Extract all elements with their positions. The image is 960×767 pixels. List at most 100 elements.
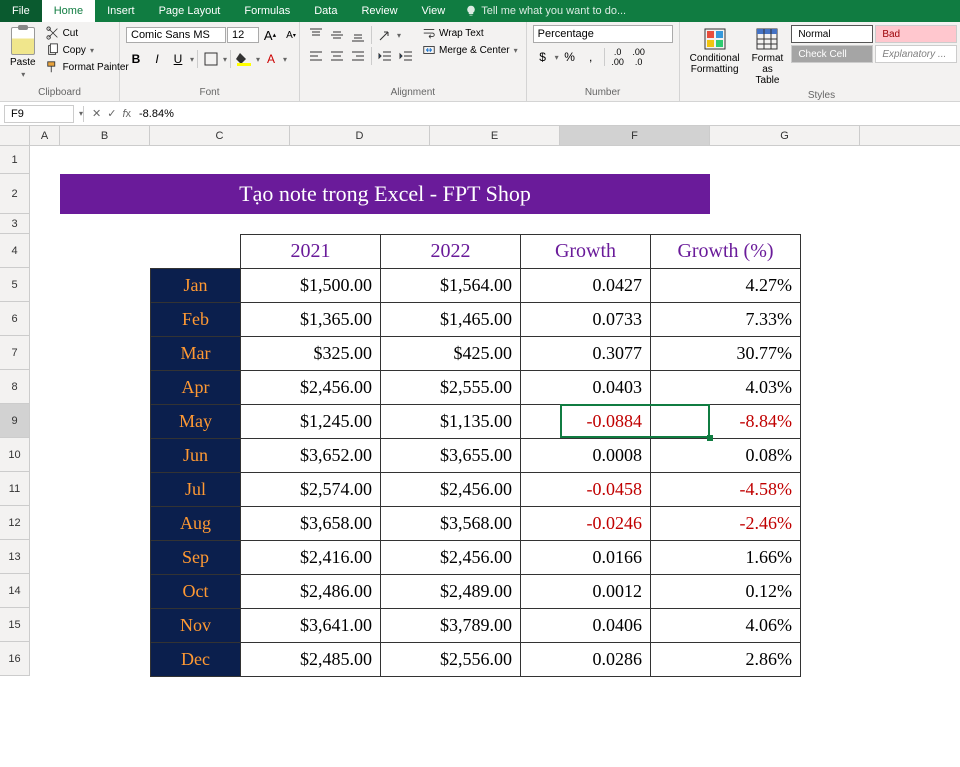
cell-growth-pct[interactable]: -2.46%	[651, 507, 801, 541]
col-header-F[interactable]: F	[560, 126, 710, 145]
cell-month[interactable]: Jul	[151, 473, 241, 507]
cell-growth-pct[interactable]: -4.58%	[651, 473, 801, 507]
header-growth[interactable]: Growth	[521, 235, 651, 269]
number-format-select[interactable]	[533, 25, 673, 43]
cell-month[interactable]: Apr	[151, 371, 241, 405]
align-top-button[interactable]	[306, 25, 326, 45]
cell-growth[interactable]: 0.0286	[521, 643, 651, 677]
spreadsheet-grid[interactable]: A B C D E F G 1 2 3 4 5 6 7 8 9 10 11 12…	[0, 126, 960, 676]
row-header-2[interactable]: 2	[0, 174, 30, 214]
cell-growth-pct[interactable]: 2.86%	[651, 643, 801, 677]
font-name-select[interactable]	[126, 27, 226, 43]
cell-growth[interactable]: 0.0733	[521, 303, 651, 337]
row-header-7[interactable]: 7	[0, 336, 30, 370]
tab-insert[interactable]: Insert	[95, 0, 147, 22]
select-all-triangle[interactable]	[0, 126, 30, 145]
col-header-B[interactable]: B	[60, 126, 150, 145]
orientation-button[interactable]	[375, 25, 395, 45]
align-bottom-button[interactable]	[348, 25, 368, 45]
col-header-E[interactable]: E	[430, 126, 560, 145]
underline-button[interactable]: U	[168, 49, 188, 69]
comma-format-button[interactable]: ,	[581, 47, 601, 67]
row-header-3[interactable]: 3	[0, 214, 30, 234]
cell-style-explanatory[interactable]: Explanatory ...	[875, 45, 957, 63]
increase-decimal-button[interactable]: .0.00	[608, 47, 628, 67]
cell-style-normal[interactable]: Normal	[791, 25, 873, 43]
cell-growth[interactable]: 0.0403	[521, 371, 651, 405]
cell-2021[interactable]: $3,652.00	[241, 439, 381, 473]
format-as-table-button[interactable]: Format as Table	[748, 25, 788, 88]
cell-2021[interactable]: $2,485.00	[241, 643, 381, 677]
cell-month[interactable]: Jan	[151, 269, 241, 303]
cell-month[interactable]: Feb	[151, 303, 241, 337]
file-tab[interactable]: File	[0, 0, 42, 22]
col-header-C[interactable]: C	[150, 126, 290, 145]
col-header-A[interactable]: A	[30, 126, 60, 145]
cell-month[interactable]: Oct	[151, 575, 241, 609]
tab-view[interactable]: View	[410, 0, 458, 22]
header-2022[interactable]: 2022	[381, 235, 521, 269]
cell-growth-pct[interactable]: 30.77%	[651, 337, 801, 371]
format-painter-button[interactable]: Format Painter	[44, 59, 131, 75]
accounting-format-button[interactable]: $	[533, 47, 553, 67]
cell-2021[interactable]: $2,486.00	[241, 575, 381, 609]
cell-growth-pct[interactable]: 1.66%	[651, 541, 801, 575]
border-button[interactable]	[201, 49, 221, 69]
header-2021[interactable]: 2021	[241, 235, 381, 269]
percent-format-button[interactable]: %	[560, 47, 580, 67]
cell-2022[interactable]: $1,564.00	[381, 269, 521, 303]
row-header-5[interactable]: 5	[0, 268, 30, 302]
decrease-font-button[interactable]: A▾	[281, 25, 301, 45]
cell-2022[interactable]: $2,555.00	[381, 371, 521, 405]
fill-handle[interactable]	[707, 435, 713, 441]
cell-2022[interactable]: $425.00	[381, 337, 521, 371]
cell-growth-pct[interactable]: 4.27%	[651, 269, 801, 303]
cell-month[interactable]: Mar	[151, 337, 241, 371]
row-header-11[interactable]: 11	[0, 472, 30, 506]
decrease-indent-button[interactable]	[375, 46, 395, 66]
row-header-14[interactable]: 14	[0, 574, 30, 608]
cell-growth-pct[interactable]: 4.03%	[651, 371, 801, 405]
tab-data[interactable]: Data	[302, 0, 349, 22]
accept-formula-icon[interactable]: ✓	[107, 107, 116, 120]
cut-button[interactable]: Cut	[44, 25, 131, 41]
cell-2021[interactable]: $325.00	[241, 337, 381, 371]
tell-me-search[interactable]: Tell me what you want to do...	[457, 5, 634, 17]
cell-style-check[interactable]: Check Cell	[791, 45, 873, 63]
cell-growth-pct[interactable]: 0.08%	[651, 439, 801, 473]
cell-2021[interactable]: $1,365.00	[241, 303, 381, 337]
cell-growth[interactable]: -0.0884	[521, 405, 651, 439]
cell-growth-pct[interactable]: -8.84%	[651, 405, 801, 439]
italic-button[interactable]: I	[147, 49, 167, 69]
cell-2022[interactable]: $1,135.00	[381, 405, 521, 439]
row-header-10[interactable]: 10	[0, 438, 30, 472]
cell-month[interactable]: Sep	[151, 541, 241, 575]
cell-2022[interactable]: $2,456.00	[381, 473, 521, 507]
align-middle-button[interactable]	[327, 25, 347, 45]
row-header-16[interactable]: 16	[0, 642, 30, 676]
copy-button[interactable]: Copy▾	[44, 42, 131, 58]
row-header-8[interactable]: 8	[0, 370, 30, 404]
tab-review[interactable]: Review	[349, 0, 409, 22]
cell-2022[interactable]: $2,556.00	[381, 643, 521, 677]
row-header-9[interactable]: 9	[0, 404, 30, 438]
font-color-button[interactable]: A	[261, 49, 281, 69]
cell-2021[interactable]: $1,245.00	[241, 405, 381, 439]
col-header-G[interactable]: G	[710, 126, 860, 145]
cell-growth-pct[interactable]: 7.33%	[651, 303, 801, 337]
tab-formulas[interactable]: Formulas	[232, 0, 302, 22]
align-right-button[interactable]	[348, 46, 368, 66]
cell-2021[interactable]: $3,641.00	[241, 609, 381, 643]
cell-2021[interactable]: $2,416.00	[241, 541, 381, 575]
cell-month[interactable]: Jun	[151, 439, 241, 473]
cell-2021[interactable]: $1,500.00	[241, 269, 381, 303]
row-header-15[interactable]: 15	[0, 608, 30, 642]
name-box[interactable]	[4, 105, 74, 123]
row-header-1[interactable]: 1	[0, 146, 30, 174]
conditional-formatting-button[interactable]: Conditional Formatting	[686, 25, 744, 77]
cell-2022[interactable]: $3,789.00	[381, 609, 521, 643]
increase-indent-button[interactable]	[396, 46, 416, 66]
cell-2022[interactable]: $2,489.00	[381, 575, 521, 609]
cell-growth[interactable]: 0.0406	[521, 609, 651, 643]
cell-2021[interactable]: $2,456.00	[241, 371, 381, 405]
